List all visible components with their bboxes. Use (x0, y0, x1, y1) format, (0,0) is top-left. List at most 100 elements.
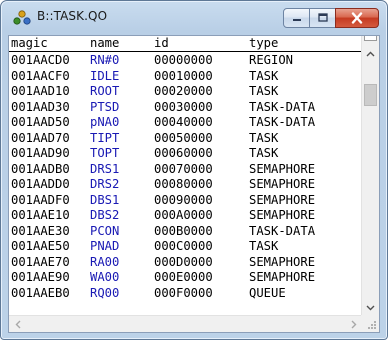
table-row[interactable]: 001AAE90 WA00 000E0000 SEMAPHORE (9, 270, 362, 286)
table-row[interactable]: 001AADB0 DRS1 00070000 SEMAPHORE (9, 162, 362, 178)
table-row[interactable]: 001AADF0 DBS1 00090000 SEMAPHORE (9, 193, 362, 209)
column-header-name[interactable]: name (90, 36, 119, 52)
column-header-id[interactable]: id (154, 36, 169, 52)
cell-magic: 001AAD70 (11, 130, 70, 145)
cell-id: 00000000 (154, 53, 213, 67)
table-row[interactable]: 001AACF0 IDLE 00010000 TASK (9, 69, 362, 85)
trace32-task-icon (13, 10, 31, 25)
cell-id: 000A0000 (154, 208, 213, 222)
table-row[interactable]: 001AAE50 PNAD 000C0000 TASK (9, 239, 362, 255)
cell-name[interactable]: pNA0 (90, 115, 119, 131)
cell-name[interactable]: ROOT (90, 84, 119, 100)
table-row[interactable]: 001AAD70 TIPT 00050000 TASK (9, 131, 362, 147)
chevron-up-icon (366, 51, 375, 56)
chevron-left-icon (15, 320, 20, 328)
caption-buttons (283, 8, 379, 28)
table-row[interactable]: 001AAD50 pNA0 00040000 TASK-DATA (9, 115, 362, 131)
table-body: 001AACD0 RN#0 00000000 REGION 001AACF0 IDLE 0… (9, 53, 362, 301)
cell-name[interactable]: RN#0 (90, 53, 119, 69)
scroll-left-button[interactable] (9, 316, 26, 332)
chevron-down-icon (366, 305, 375, 310)
cell-magic: 001AAD10 (11, 84, 70, 98)
cell-name[interactable]: IDLE (90, 69, 119, 85)
vertical-scroll-thumb[interactable] (364, 84, 377, 106)
cell-name[interactable]: PCON (90, 224, 119, 240)
table-row[interactable]: 001AAEB0 RQ00 000F0000 QUEUE (9, 286, 362, 302)
cell-type: TASK-DATA (249, 99, 316, 114)
task-table: magic name id type 001AACD0 RN#0 00000000 R… (9, 36, 362, 316)
cell-name[interactable]: TIPT (90, 131, 119, 147)
cell-type: SEMAPHORE (249, 270, 316, 284)
cell-magic: 001AAE70 (11, 254, 70, 269)
cell-magic: 001AAD90 (11, 146, 70, 160)
table-row[interactable]: 001AAE30 PCON 000B0000 TASK-DATA (9, 224, 362, 240)
cell-name[interactable]: WA00 (90, 270, 119, 286)
cell-id: 00070000 (154, 161, 213, 176)
cell-name[interactable]: RQ00 (90, 286, 119, 302)
client-area: magic name id type 001AACD0 RN#0 00000000 R… (8, 35, 380, 333)
cell-name[interactable]: DRS1 (90, 162, 119, 178)
minimize-icon (292, 19, 301, 21)
cell-id: 000B0000 (154, 223, 213, 238)
cell-type: TASK (249, 130, 279, 145)
maximize-icon (317, 13, 328, 22)
table-row[interactable]: 001AAE10 DBS2 000A0000 SEMAPHORE (9, 208, 362, 224)
cell-name[interactable]: TOPT (90, 146, 119, 162)
maximize-button[interactable] (309, 8, 336, 28)
cell-id: 00080000 (154, 177, 213, 191)
cell-name[interactable]: DBS2 (90, 208, 119, 224)
resize-grip[interactable] (361, 315, 379, 332)
cell-id: 000E0000 (154, 270, 213, 284)
cell-name[interactable]: RA00 (90, 255, 119, 271)
cell-magic: 001AAE30 (11, 223, 70, 238)
close-icon (351, 12, 363, 24)
table-row[interactable]: 001AAD90 TOPT 00060000 TASK (9, 146, 362, 162)
minimize-button[interactable] (283, 8, 310, 28)
column-header-magic[interactable]: magic (11, 36, 48, 52)
title-bar[interactable]: B::TASK.QO (1, 1, 387, 35)
cell-magic: 001AAD30 (11, 99, 70, 114)
table-row[interactable]: 001AAE70 RA00 000D0000 SEMAPHORE (9, 255, 362, 271)
cell-type: TASK (249, 84, 279, 98)
table-row[interactable]: 001AADD0 DRS2 00080000 SEMAPHORE (9, 177, 362, 193)
close-button[interactable] (335, 8, 379, 28)
cell-magic: 001AADF0 (11, 192, 70, 207)
cell-id: 000C0000 (154, 239, 213, 253)
table-row[interactable]: 001AAD30 PTSD 00030000 TASK-DATA (9, 100, 362, 116)
cell-id: 00090000 (154, 192, 213, 207)
cell-magic: 001AAE10 (11, 208, 70, 222)
cell-magic: 001AADB0 (11, 161, 70, 176)
cell-name[interactable]: DBS1 (90, 193, 119, 209)
cell-magic: 001AACD0 (11, 53, 70, 67)
task-window: B::TASK.QO magic name id type 001AACD0 R… (0, 0, 388, 340)
cell-name[interactable]: DRS2 (90, 177, 119, 193)
cell-type: REGION (249, 53, 294, 67)
scroll-up-button[interactable] (362, 45, 379, 62)
cell-id: 00030000 (154, 99, 213, 114)
column-header-type[interactable]: type (249, 36, 278, 52)
cell-type: SEMAPHORE (249, 208, 316, 222)
cell-type: SEMAPHORE (249, 177, 316, 191)
cell-id: 000F0000 (154, 285, 213, 300)
cell-name[interactable]: PTSD (90, 100, 119, 116)
table-row[interactable]: 001AAD10 ROOT 00020000 TASK (9, 84, 362, 100)
cell-id: 00020000 (154, 84, 213, 98)
cell-type: TASK (249, 146, 279, 160)
window-title: B::TASK.QO (37, 9, 108, 23)
scroll-down-button[interactable] (362, 299, 379, 316)
cell-magic: 001AAE90 (11, 270, 70, 284)
cell-name[interactable]: PNAD (90, 239, 119, 255)
horizontal-scrollbar[interactable] (9, 315, 362, 332)
column-width-handle[interactable] (364, 36, 377, 41)
cell-magic: 001AACF0 (11, 68, 70, 83)
scroll-right-button[interactable] (345, 316, 362, 332)
cell-type: TASK-DATA (249, 223, 316, 238)
cell-magic: 001AADD0 (11, 177, 70, 191)
cell-magic: 001AAD50 (11, 115, 70, 129)
cell-type: TASK (249, 239, 279, 253)
table-row[interactable]: 001AACD0 RN#0 00000000 REGION (9, 53, 362, 69)
resize-grip-icon (368, 321, 376, 329)
cell-id: 00060000 (154, 146, 213, 160)
cell-id: 00040000 (154, 115, 213, 129)
vertical-scrollbar[interactable] (361, 36, 379, 316)
